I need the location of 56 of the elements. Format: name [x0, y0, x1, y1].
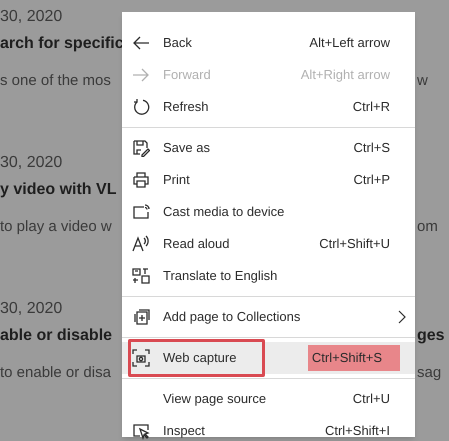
- capture-icon: [132, 349, 150, 367]
- post-date: 30, 2020: [0, 300, 62, 317]
- menu-item[interactable]: Web capture Ctrl+Shift+S: [122, 342, 415, 374]
- shortcut-text: Ctrl+Shift+I: [324, 422, 390, 440]
- save-icon: [132, 139, 150, 157]
- shortcut-text: Alt+Left arrow: [309, 34, 390, 52]
- menu-label: Forward: [163, 66, 211, 84]
- refresh-icon: [132, 98, 150, 116]
- shortcut-text: Ctrl+U: [352, 390, 390, 408]
- menu-label: Cast media to device: [163, 203, 284, 222]
- menu-item[interactable]: Cast media to device: [122, 196, 415, 228]
- menu-item[interactable]: Translate to English: [122, 260, 415, 292]
- post-title: able or disable: [0, 327, 112, 344]
- post-snippet: sag: [417, 364, 442, 381]
- menu-label: Refresh: [163, 98, 209, 116]
- back-arrow-icon: [132, 34, 150, 52]
- menu-label: Save as: [163, 139, 210, 158]
- menu-item[interactable]: Save as Ctrl+S: [122, 132, 415, 164]
- menu-item[interactable]: Read aloud Ctrl+Shift+U: [122, 228, 415, 260]
- cast-icon: [132, 203, 150, 221]
- menu-label: Web capture: [163, 349, 236, 368]
- menu-label: Inspect: [163, 422, 205, 440]
- menu-label: Add page to Collections: [163, 308, 300, 326]
- menu-item[interactable]: Print Ctrl+P: [122, 164, 415, 196]
- shortcut-text: Ctrl+S: [354, 139, 390, 158]
- menu-label: Print: [163, 171, 190, 190]
- post-snippet: to play a video w: [0, 218, 112, 235]
- printer-icon: [132, 171, 150, 189]
- menu-label: View page source: [163, 390, 266, 408]
- post-snippet: s one of the mos: [0, 72, 111, 89]
- menu-item[interactable]: Add page to Collections: [122, 301, 415, 333]
- menu-label: Back: [163, 34, 192, 52]
- menu-item[interactable]: View page source Ctrl+U: [122, 383, 415, 415]
- shortcut-text: Ctrl+R: [352, 98, 390, 116]
- post-snippet: om: [417, 218, 438, 235]
- post-date: 30, 2020: [0, 154, 62, 171]
- menu-label: Read aloud: [163, 235, 230, 254]
- collections-icon: [132, 308, 150, 326]
- post-title: arch for specific: [0, 35, 124, 52]
- menu-item[interactable]: Refresh Ctrl+R: [122, 91, 415, 123]
- shortcut-text: Alt+Right arrow: [300, 66, 390, 84]
- post-date: 30, 2020: [0, 8, 62, 25]
- post-title: ges: [417, 327, 445, 344]
- menu-item[interactable]: Inspect Ctrl+Shift+I: [122, 415, 415, 441]
- forward-arrow-icon: [132, 66, 150, 84]
- read-aloud-icon: [132, 235, 150, 253]
- translate-icon: [132, 267, 150, 285]
- shortcut-text: Ctrl+Shift+S: [308, 345, 400, 371]
- menu-item[interactable]: Back Alt+Left arrow: [122, 27, 415, 59]
- shortcut-text: Ctrl+P: [354, 171, 390, 190]
- post-snippet: w: [417, 72, 428, 89]
- post-title: y video with VL: [0, 181, 116, 198]
- menu-label: Translate to English: [163, 267, 278, 286]
- shortcut-text: Ctrl+Shift+U: [319, 235, 390, 254]
- post-snippet: to enable or disa: [0, 364, 111, 381]
- inspect-icon: [132, 422, 150, 440]
